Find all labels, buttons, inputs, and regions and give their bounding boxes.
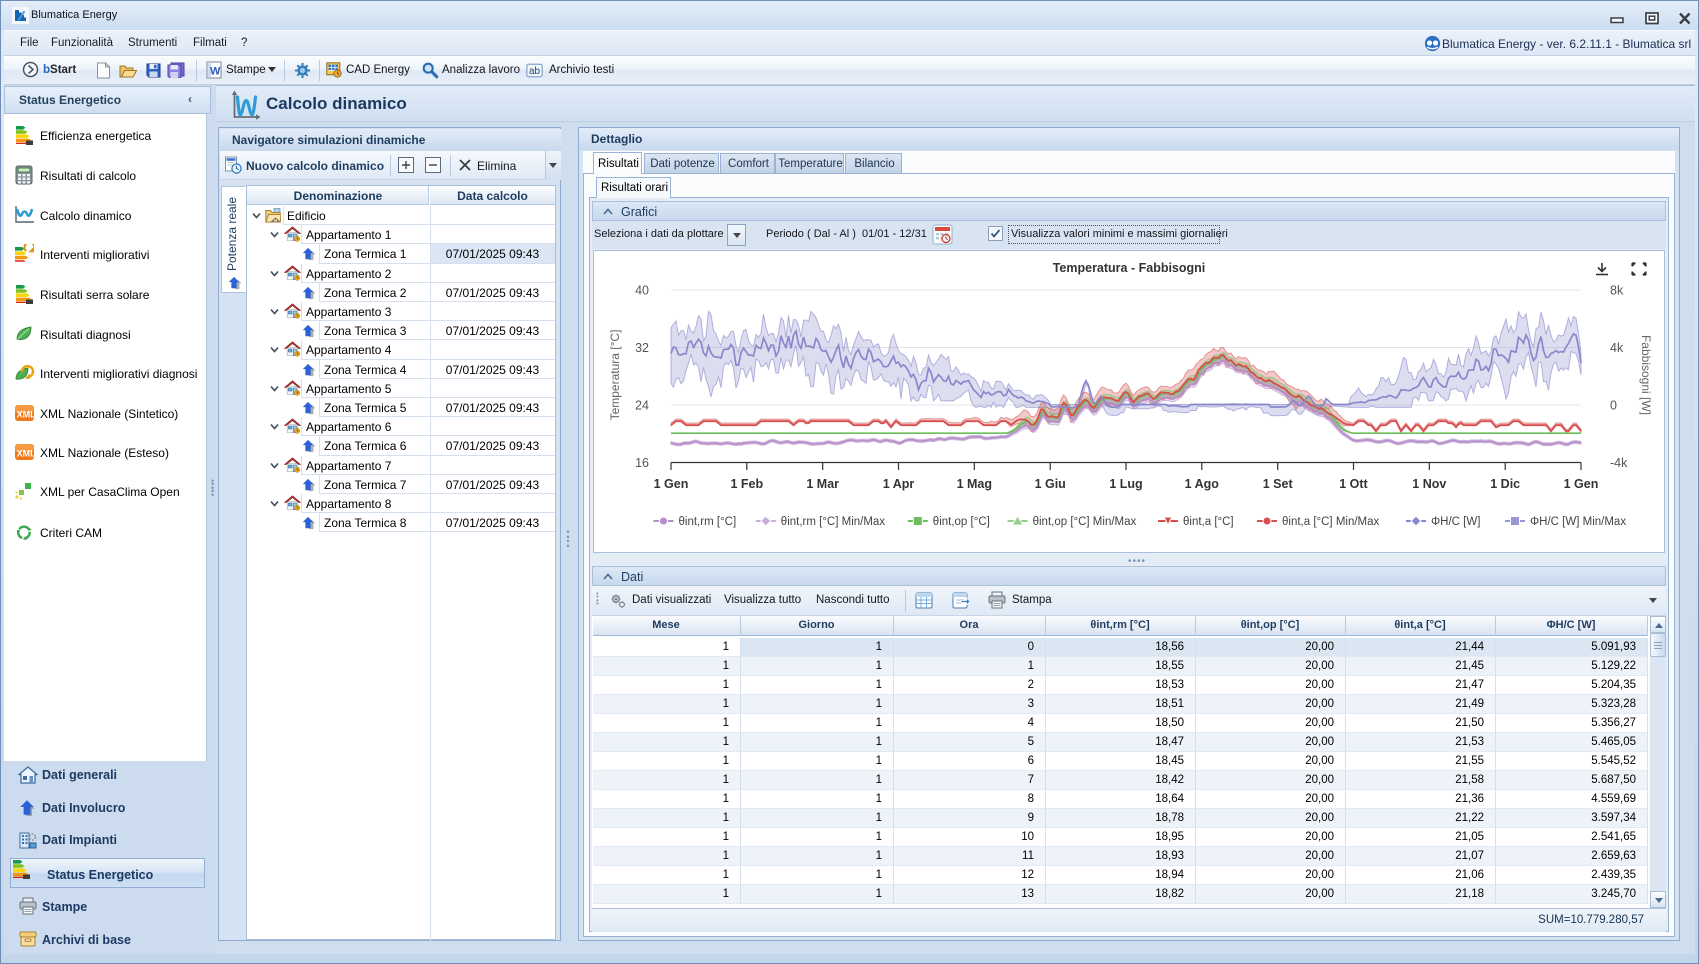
- svg-text:4k: 4k: [1610, 341, 1624, 355]
- svg-text:ab: ab: [529, 66, 540, 77]
- svg-text:1 Apr: 1 Apr: [883, 477, 915, 491]
- svg-text:1 Mar: 1 Mar: [806, 477, 839, 491]
- svg-text:θint,op [°C]: θint,op [°C]: [933, 516, 990, 528]
- svg-text:XML: XML: [17, 449, 35, 459]
- svg-text:-4k: -4k: [1610, 456, 1628, 470]
- svg-text:16: 16: [635, 456, 649, 470]
- svg-text:8k: 8k: [1610, 284, 1624, 298]
- svg-text:1 Nov: 1 Nov: [1412, 477, 1446, 491]
- svg-text:θint,a [°C] Min/Max: θint,a [°C] Min/Max: [1282, 516, 1380, 528]
- svg-text:ΦH/C [W]: ΦH/C [W]: [1431, 516, 1480, 528]
- svg-text:1 Ago: 1 Ago: [1185, 477, 1220, 491]
- svg-text:Fabbisogni [W]: Fabbisogni [W]: [1639, 335, 1653, 415]
- svg-text:W: W: [210, 66, 221, 78]
- svg-text:1 Lug: 1 Lug: [1109, 477, 1142, 491]
- svg-text:40: 40: [635, 284, 649, 298]
- svg-text:1 Ott: 1 Ott: [1339, 477, 1368, 491]
- svg-text:1 Set: 1 Set: [1263, 477, 1294, 491]
- svg-text:θint,rm [°C]: θint,rm [°C]: [679, 516, 737, 528]
- svg-text:1 Mag: 1 Mag: [957, 477, 992, 491]
- svg-text:1 Feb: 1 Feb: [730, 477, 763, 491]
- svg-text:1 Dic: 1 Dic: [1490, 477, 1520, 491]
- svg-text:XML: XML: [17, 410, 35, 420]
- svg-text:Temperatura [°C]: Temperatura [°C]: [608, 330, 622, 421]
- svg-text:Temperatura - Fabbisogni: Temperatura - Fabbisogni: [1053, 261, 1206, 275]
- svg-text:1 Gen: 1 Gen: [654, 477, 689, 491]
- svg-text:ΦH/C [W] Min/Max: ΦH/C [W] Min/Max: [1530, 516, 1626, 528]
- svg-text:θint,op [°C] Min/Max: θint,op [°C] Min/Max: [1033, 516, 1137, 528]
- svg-text:1 Giu: 1 Giu: [1035, 477, 1066, 491]
- svg-text:θint,rm [°C] Min/Max: θint,rm [°C] Min/Max: [781, 516, 886, 528]
- svg-text:24: 24: [635, 399, 649, 413]
- svg-text:1 Gen: 1 Gen: [1564, 477, 1599, 491]
- svg-text:32: 32: [635, 341, 649, 355]
- svg-text:0: 0: [1610, 399, 1617, 413]
- svg-text:θint,a [°C]: θint,a [°C]: [1183, 516, 1234, 528]
